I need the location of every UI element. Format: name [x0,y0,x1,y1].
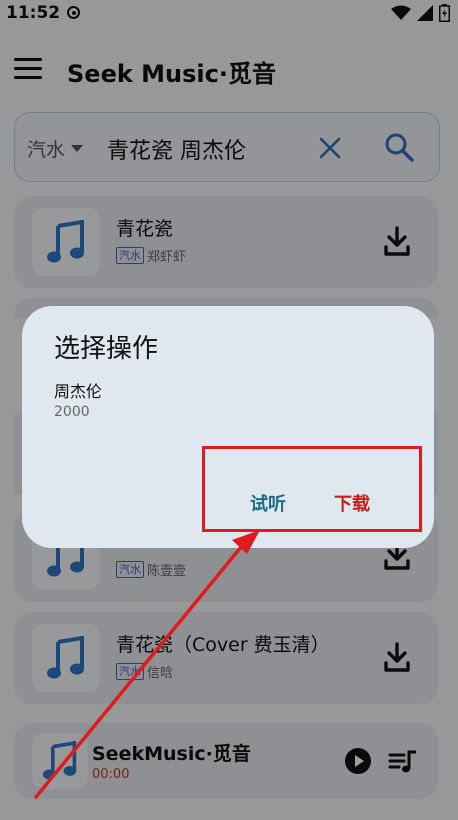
dialog-year: 2000 [54,404,90,420]
dialog-title: 选择操作 [54,334,159,364]
annotation-highlight-box [202,446,422,532]
dialog-artist: 周杰伦 [54,382,103,401]
